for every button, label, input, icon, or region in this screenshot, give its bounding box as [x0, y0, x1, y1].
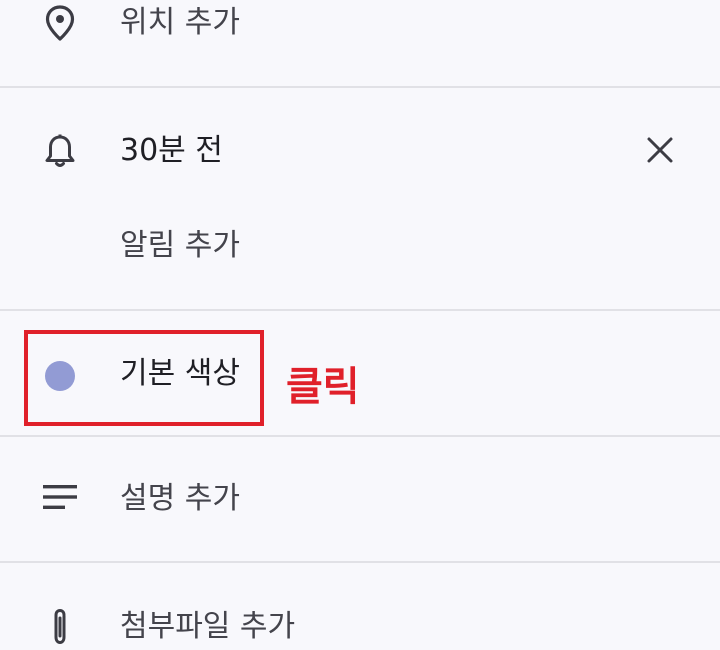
notes-icon	[40, 477, 80, 517]
add-description-row[interactable]: 설명 추가	[0, 437, 720, 561]
click-annotation: 클릭	[286, 364, 360, 410]
notification-row[interactable]: 30분 전	[0, 88, 720, 198]
highlight-box	[24, 330, 264, 426]
location-pin-icon	[40, 3, 80, 43]
add-attachment-label: 첨부파일 추가	[120, 609, 296, 644]
remove-notification-button[interactable]	[640, 130, 680, 170]
add-notification-label: 알림 추가	[120, 228, 240, 263]
add-location-label: 위치 추가	[120, 5, 240, 40]
paperclip-icon	[40, 607, 80, 647]
bell-icon	[40, 131, 80, 171]
add-attachment-row[interactable]: 첨부파일 추가	[0, 563, 720, 650]
add-description-label: 설명 추가	[120, 481, 240, 516]
add-notification-row[interactable]: 알림 추가	[0, 198, 720, 308]
close-icon	[646, 136, 674, 164]
notification-time-label: 30분 전	[120, 133, 223, 168]
add-location-row[interactable]: 위치 추가	[0, 0, 720, 86]
